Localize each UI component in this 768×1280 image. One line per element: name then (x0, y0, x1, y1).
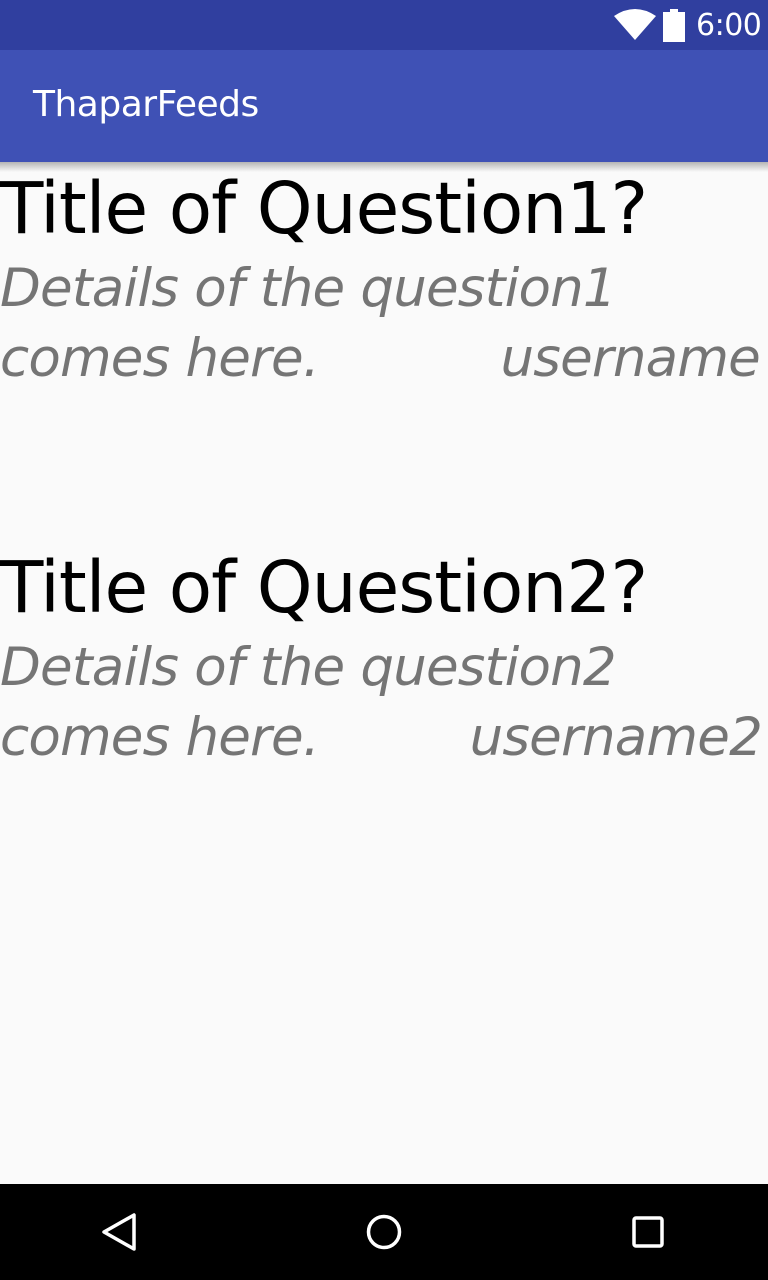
home-circle-icon (366, 1214, 402, 1250)
recents-square-icon (632, 1216, 664, 1248)
app-title: ThaparFeeds (33, 84, 259, 125)
question-title: Title of Question2? (0, 546, 648, 629)
back-button[interactable] (60, 1184, 180, 1280)
wifi-icon (614, 9, 656, 40)
app-bar: ThaparFeeds (0, 50, 768, 162)
status-time: 6:00 (696, 8, 762, 43)
question-username: username (500, 328, 760, 389)
back-triangle-icon (102, 1213, 136, 1251)
battery-icon (663, 9, 685, 42)
question-title: Title of Question1? (0, 167, 648, 250)
navigation-bar (0, 1184, 768, 1280)
status-bar: 6:00 (0, 0, 768, 50)
home-button[interactable] (324, 1184, 444, 1280)
question-username: username2 (469, 707, 763, 768)
recents-button[interactable] (588, 1184, 708, 1280)
